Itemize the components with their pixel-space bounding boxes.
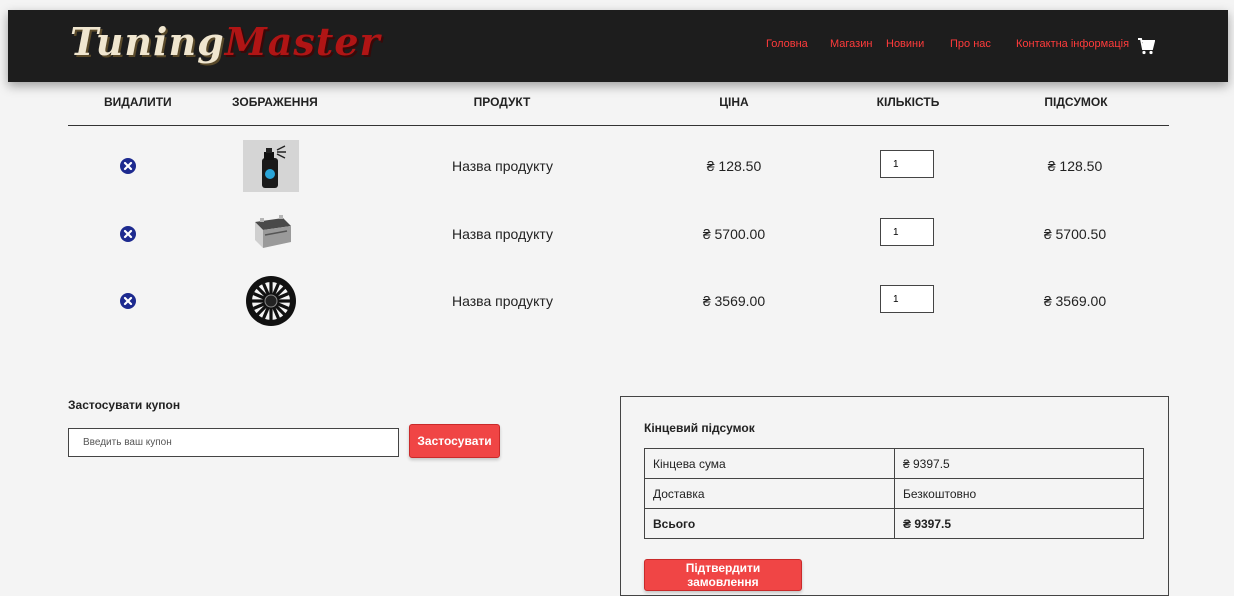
- summary-value: Безкоштовно: [894, 478, 1144, 509]
- summary-row-total: Всього ₴ 9397.5: [644, 508, 1144, 539]
- summary-title: Кінцевий підсумок: [644, 421, 755, 435]
- cart-icon[interactable]: [1137, 37, 1155, 55]
- wheel-rim-icon: [246, 276, 296, 326]
- navbar: TuningMaster Головна Магазин Новини Про …: [8, 10, 1228, 82]
- header-price: ЦІНА: [719, 95, 749, 109]
- remove-item-button[interactable]: [120, 158, 136, 174]
- product-name: Назва продукту: [452, 293, 553, 309]
- remove-item-button[interactable]: [120, 293, 136, 309]
- quantity-input[interactable]: [880, 150, 934, 178]
- product-price: ₴ 5700.00: [702, 226, 766, 242]
- confirm-order-button[interactable]: Підтвердити замовлення: [644, 559, 802, 591]
- nav-links: Головна Магазин Новини Про нас Контактна…: [8, 38, 1228, 58]
- nav-news[interactable]: Новини: [886, 38, 924, 50]
- nav-about[interactable]: Про нас: [950, 38, 991, 50]
- summary-label: Доставка: [644, 478, 895, 509]
- product-name: Назва продукту: [452, 226, 553, 242]
- nav-contacts[interactable]: Контактна інформація: [1016, 38, 1129, 50]
- quantity-input[interactable]: [880, 218, 934, 246]
- quantity-input[interactable]: [880, 285, 934, 313]
- remove-item-button[interactable]: [120, 226, 136, 242]
- table-row: Назва продукту ₴ 5700.00 ₴ 5700.50: [0, 204, 1234, 264]
- header-quantity: КІЛЬКІСТЬ: [876, 95, 940, 109]
- product-price: ₴ 128.50: [706, 158, 762, 174]
- coupon-title: Застосувати купон: [68, 398, 181, 412]
- header-subtotal: ПІДСУМОК: [1044, 95, 1108, 109]
- header-image: ЗОБРАЖЕННЯ: [232, 95, 318, 109]
- header-remove: ВИДАЛИТИ: [104, 95, 172, 109]
- apply-coupon-button[interactable]: Застосувати: [409, 424, 500, 458]
- spray-can-icon: [243, 140, 299, 192]
- summary-table: Кінцева сума ₴ 9397.5 Доставка Безкоштов…: [644, 448, 1144, 539]
- product-subtotal: ₴ 3569.00: [1043, 293, 1107, 309]
- close-icon: [123, 296, 133, 306]
- product-price: ₴ 3569.00: [702, 293, 766, 309]
- close-icon: [123, 161, 133, 171]
- car-battery-icon: [255, 215, 291, 248]
- product-name: Назва продукту: [452, 158, 553, 174]
- summary-label: Кінцева сума: [644, 448, 895, 479]
- summary-value: ₴ 9397.5: [894, 448, 1144, 479]
- coupon-input[interactable]: [68, 428, 399, 457]
- header-divider: [68, 125, 1169, 126]
- product-subtotal: ₴ 128.50: [1047, 158, 1103, 174]
- product-subtotal: ₴ 5700.50: [1043, 226, 1107, 242]
- table-row: Назва продукту ₴ 3569.00 ₴ 3569.00: [0, 271, 1234, 331]
- summary-row-shipping: Доставка Безкоштовно: [644, 478, 1144, 509]
- nav-home[interactable]: Головна: [766, 38, 808, 50]
- nav-shop[interactable]: Магазин: [830, 38, 872, 50]
- table-row: Назва продукту ₴ 128.50 ₴ 128.50: [0, 136, 1234, 196]
- summary-label: Всього: [644, 508, 895, 539]
- header-product: ПРОДУКТ: [473, 95, 531, 109]
- summary-value: ₴ 9397.5: [894, 508, 1144, 539]
- close-icon: [123, 229, 133, 239]
- summary-row-subtotal: Кінцева сума ₴ 9397.5: [644, 448, 1144, 479]
